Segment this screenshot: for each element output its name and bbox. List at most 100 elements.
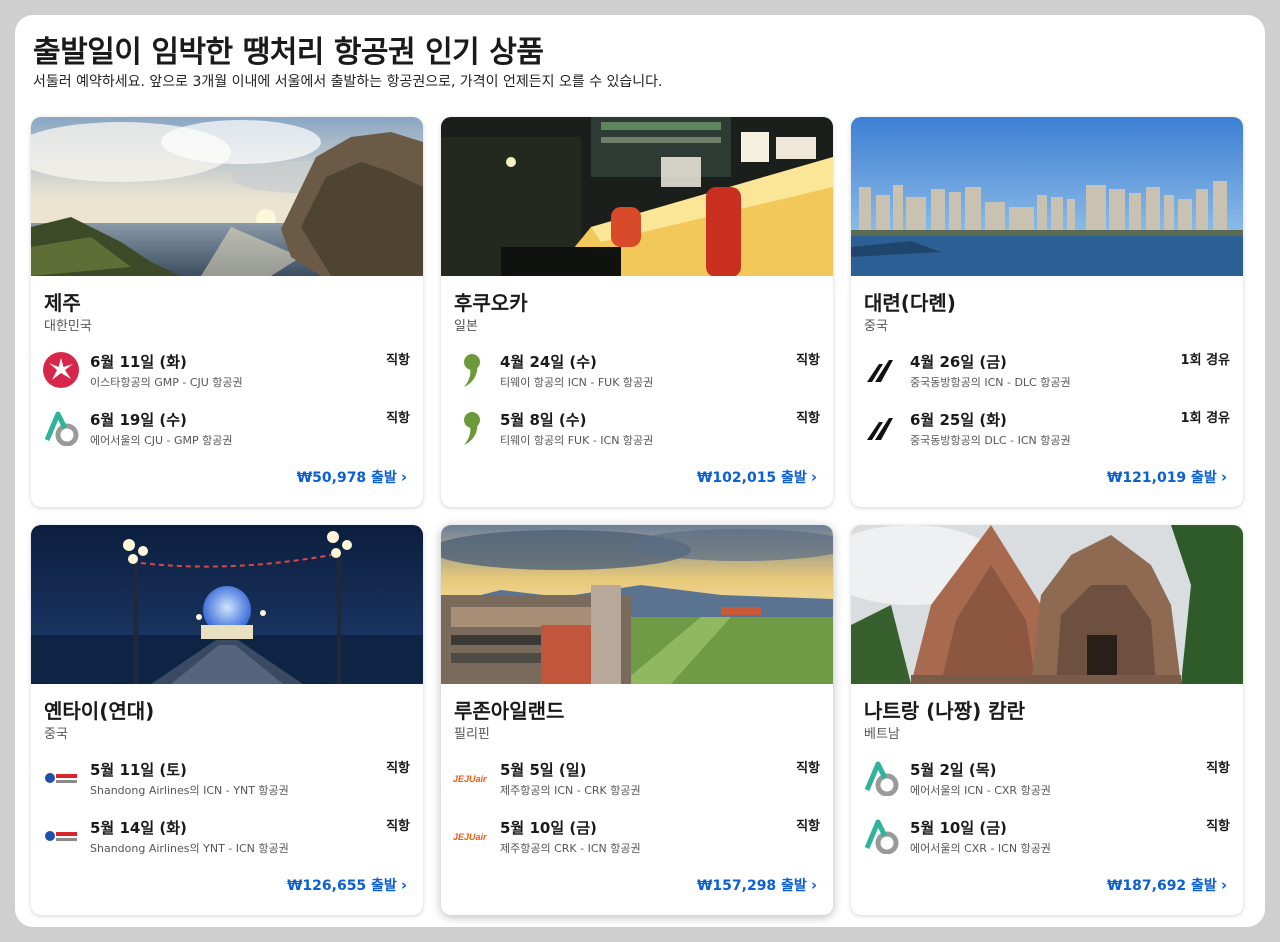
shandong-airlines-logo bbox=[43, 760, 79, 796]
flight-stops: 직항 bbox=[1206, 819, 1230, 834]
price-label: ₩102,015 출발 bbox=[696, 470, 807, 486]
flight-return: 5월 14일 (화) Shandong Airlines의 YNT - ICN … bbox=[31, 814, 423, 858]
deal-card-luzon[interactable]: 루존아일랜드 필리핀 JEJUair 5월 5일 (일) 제주항공의 ICN -… bbox=[441, 525, 833, 915]
flight-stops: 직항 bbox=[796, 353, 820, 368]
destination-city: 나트랑 (나짱) 캄란 bbox=[864, 699, 1026, 723]
flight-route: 제주항공의 CRK - ICN 항공권 bbox=[500, 842, 641, 855]
flight-return: 5월 8일 (수) 티웨이 항공의 FUK - ICN 항공권 직항 bbox=[441, 406, 833, 450]
destination-country: 중국 bbox=[864, 319, 888, 334]
jejuair-wordmark: JEJUair bbox=[453, 832, 487, 842]
flight-stops: 직항 bbox=[1206, 761, 1230, 776]
flight-outbound: 5월 2일 (목) 에어서울의 ICN - CXR 항공권 직항 bbox=[851, 756, 1243, 800]
flight-stops: 직항 bbox=[386, 761, 410, 776]
flight-route: 에어서울의 ICN - CXR 항공권 bbox=[910, 784, 1051, 797]
shandong-airlines-logo bbox=[43, 818, 79, 854]
jejuair-wordmark: JEJUair bbox=[453, 774, 487, 784]
deal-card-dalian[interactable]: 대련(다롄) 중국 4월 26일 (금) 중국동방항공의 ICN - DLC 항… bbox=[851, 117, 1243, 507]
air-seoul-logo bbox=[863, 818, 899, 855]
flight-route: 중국동방항공의 ICN - DLC 항공권 bbox=[910, 376, 1071, 389]
flight-route: 티웨이 항공의 FUK - ICN 항공권 bbox=[500, 434, 654, 447]
tway-logo bbox=[453, 410, 489, 446]
air-seoul-logo bbox=[863, 760, 899, 797]
chevron-right-icon: › bbox=[810, 468, 817, 486]
flight-date: 6월 19일 (수) bbox=[90, 411, 187, 429]
flight-route: 중국동방항공의 DLC - ICN 항공권 bbox=[910, 434, 1071, 447]
flight-outbound: 4월 26일 (금) 중국동방항공의 ICN - DLC 항공권 1회 경유 bbox=[851, 348, 1243, 392]
price-label: ₩50,978 출발 bbox=[296, 470, 397, 486]
price-label: ₩157,298 출발 bbox=[696, 878, 807, 894]
flight-route: Shandong Airlines의 ICN - YNT 항공권 bbox=[90, 784, 289, 797]
destination-country: 중국 bbox=[44, 727, 68, 742]
flight-return: 6월 19일 (수) 에어서울의 CJU - GMP 항공권 직항 bbox=[31, 406, 423, 450]
flight-stops: 직항 bbox=[386, 819, 410, 834]
flight-outbound: 6월 11일 (화) 이스타항공의 GMP - CJU 항공권 직항 bbox=[31, 348, 423, 392]
flight-return: JEJUair 5월 10일 (금) 제주항공의 CRK - ICN 항공권 직… bbox=[441, 814, 833, 858]
chevron-right-icon: › bbox=[1220, 876, 1227, 894]
jejuair-logo: JEJUair bbox=[453, 760, 489, 796]
destination-photo bbox=[441, 117, 833, 276]
destination-city: 루존아일랜드 bbox=[454, 699, 565, 723]
flight-route: 티웨이 항공의 ICN - FUK 항공권 bbox=[500, 376, 654, 389]
destination-city: 옌타이(연대) bbox=[44, 699, 155, 723]
destination-country: 필리핀 bbox=[454, 727, 490, 742]
destination-photo bbox=[851, 525, 1243, 684]
flight-date: 6월 11일 (화) bbox=[90, 353, 187, 371]
flight-route: 에어서울의 CJU - GMP 항공권 bbox=[90, 434, 233, 447]
chevron-right-icon: › bbox=[1220, 468, 1227, 486]
flight-stops: 직항 bbox=[796, 819, 820, 834]
flight-route: 제주항공의 ICN - CRK 항공권 bbox=[500, 784, 641, 797]
flight-date: 4월 26일 (금) bbox=[910, 353, 1007, 371]
flight-return: 6월 25일 (화) 중국동방항공의 DLC - ICN 항공권 1회 경유 bbox=[851, 406, 1243, 450]
air-seoul-logo bbox=[43, 410, 79, 447]
destination-city: 제주 bbox=[44, 291, 81, 315]
tway-logo bbox=[453, 352, 489, 388]
price-label: ₩126,655 출발 bbox=[286, 878, 397, 894]
chevron-right-icon: › bbox=[400, 468, 407, 486]
price-link[interactable]: ₩187,692 출발 › bbox=[1107, 875, 1227, 895]
price-label: ₩187,692 출발 bbox=[1106, 878, 1217, 894]
chevron-right-icon: › bbox=[400, 876, 407, 894]
deal-card-yantai[interactable]: 옌타이(연대) 중국 5월 11일 (토) Shandong Airlines의… bbox=[31, 525, 423, 915]
flight-route: 이스타항공의 GMP - CJU 항공권 bbox=[90, 376, 243, 389]
chevron-right-icon: › bbox=[810, 876, 817, 894]
deal-card-fukuoka[interactable]: 후쿠오카 일본 4월 24일 (수) 티웨이 항공의 ICN - FUK 항공권… bbox=[441, 117, 833, 507]
destination-city: 후쿠오카 bbox=[454, 291, 528, 315]
destination-country: 베트남 bbox=[864, 727, 900, 742]
flight-stops: 1회 경유 bbox=[1180, 411, 1230, 426]
price-link[interactable]: ₩126,655 출발 › bbox=[287, 875, 407, 895]
flight-stops: 직항 bbox=[386, 353, 410, 368]
price-link[interactable]: ₩157,298 출발 › bbox=[697, 875, 817, 895]
flight-route: 에어서울의 CXR - ICN 항공권 bbox=[910, 842, 1051, 855]
destination-photo bbox=[441, 525, 833, 684]
flight-outbound: JEJUair 5월 5일 (일) 제주항공의 ICN - CRK 항공권 직항 bbox=[441, 756, 833, 800]
price-label: ₩121,019 출발 bbox=[1106, 470, 1217, 486]
destination-photo bbox=[851, 117, 1243, 276]
flight-date: 5월 10일 (금) bbox=[910, 819, 1007, 837]
flight-outbound: 5월 11일 (토) Shandong Airlines의 ICN - YNT … bbox=[31, 756, 423, 800]
flight-stops: 직항 bbox=[796, 411, 820, 426]
flight-stops: 1회 경유 bbox=[1180, 353, 1230, 368]
destination-photo bbox=[31, 117, 423, 276]
price-link[interactable]: ₩50,978 출발 › bbox=[297, 467, 407, 487]
flight-stops: 직항 bbox=[386, 411, 410, 426]
flight-date: 5월 2일 (목) bbox=[910, 761, 997, 779]
flight-route: Shandong Airlines의 YNT - ICN 항공권 bbox=[90, 842, 289, 855]
destination-photo bbox=[31, 525, 423, 684]
deal-card-jeju[interactable]: 제주 대한민국 6월 11일 (화) 이스타항공의 GMP - CJU 항공권 … bbox=[31, 117, 423, 507]
flight-date: 5월 5일 (일) bbox=[500, 761, 587, 779]
page-subtitle: 서둘러 예약하세요. 앞으로 3개월 이내에 서울에서 출발하는 항공권으로, … bbox=[33, 74, 663, 90]
destination-city: 대련(다롄) bbox=[864, 291, 956, 315]
deal-card-nha-trang[interactable]: 나트랑 (나짱) 캄란 베트남 5월 2일 (목) 에어서울의 ICN - CX… bbox=[851, 525, 1243, 915]
price-link[interactable]: ₩121,019 출발 › bbox=[1107, 467, 1227, 487]
flight-return: 5월 10일 (금) 에어서울의 CXR - ICN 항공권 직항 bbox=[851, 814, 1243, 858]
jejuair-logo: JEJUair bbox=[453, 818, 489, 854]
flight-date: 6월 25일 (화) bbox=[910, 411, 1007, 429]
flight-outbound: 4월 24일 (수) 티웨이 항공의 ICN - FUK 항공권 직항 bbox=[441, 348, 833, 392]
price-link[interactable]: ₩102,015 출발 › bbox=[697, 467, 817, 487]
deals-panel: 출발일이 임박한 땡처리 항공권 인기 상품 서둘러 예약하세요. 앞으로 3개… bbox=[15, 15, 1265, 927]
destination-country: 대한민국 bbox=[44, 319, 92, 334]
china-eastern-logo bbox=[863, 352, 899, 388]
flight-date: 4월 24일 (수) bbox=[500, 353, 597, 371]
flight-date: 5월 8일 (수) bbox=[500, 411, 587, 429]
china-eastern-logo bbox=[863, 410, 899, 446]
